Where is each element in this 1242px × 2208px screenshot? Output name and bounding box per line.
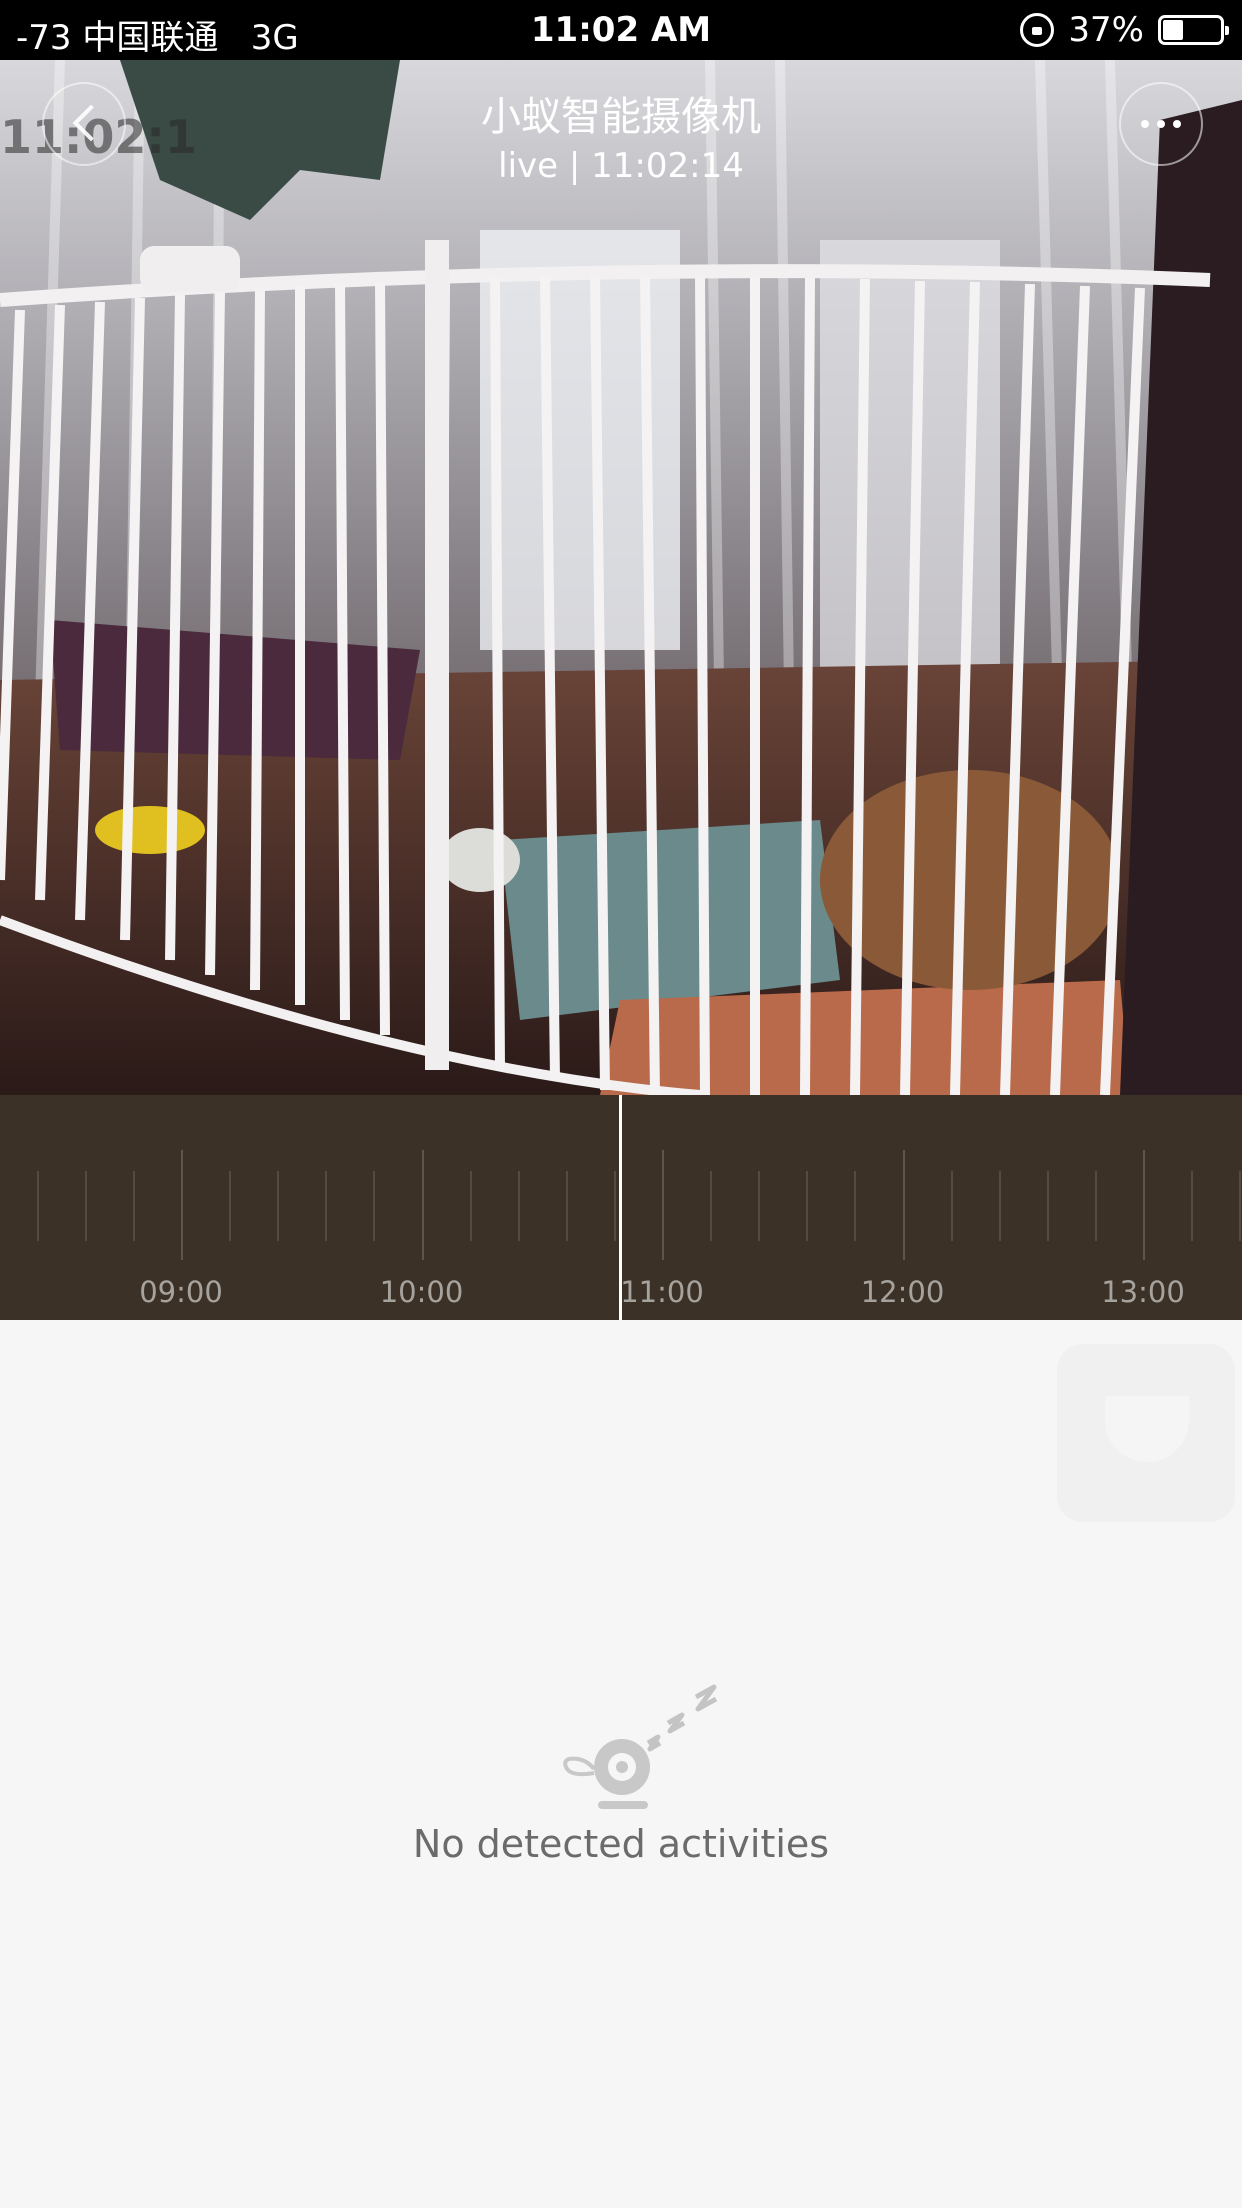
timeline-minor-tick bbox=[613, 1171, 616, 1241]
timeline-hour-tick bbox=[662, 1150, 664, 1260]
timeline-minor-tick bbox=[36, 1171, 39, 1241]
timeline-hour-tick bbox=[421, 1150, 424, 1260]
timeline-minor-tick bbox=[806, 1171, 809, 1241]
snapshot-toggle-button[interactable] bbox=[1057, 1344, 1235, 1522]
timeline-minor-tick bbox=[229, 1171, 232, 1241]
more-dots-icon bbox=[1141, 120, 1149, 128]
timeline-minor-tick bbox=[1191, 1171, 1194, 1241]
live-video[interactable]: 11:02:1 小蚁智能摄像机 live | 11:02:14 bbox=[0, 60, 1242, 1095]
camera-title: 小蚁智能摄像机 bbox=[481, 94, 761, 140]
timeline-hour-tick bbox=[1143, 1150, 1145, 1260]
sleeping-camera-icon bbox=[563, 1684, 718, 1809]
timeline-minor-tick bbox=[854, 1171, 857, 1241]
timeline-minor-tick bbox=[710, 1171, 713, 1241]
timeline-minor-tick bbox=[758, 1171, 761, 1241]
timeline-scrubber[interactable]: 09:00 10:00 11:00 12:00 13:00 bbox=[0, 1095, 1242, 1320]
timeline-minor-tick bbox=[565, 1171, 568, 1241]
timeline-hour-label: 10:00 bbox=[379, 1275, 464, 1309]
status-bar: -73 中国联通 3G 11:02 AM 37% bbox=[0, 0, 1242, 60]
battery-percent: 37% bbox=[1068, 10, 1144, 50]
timeline-minor-tick bbox=[132, 1171, 135, 1241]
battery-icon bbox=[1158, 15, 1229, 45]
timeline-minor-tick bbox=[469, 1171, 472, 1241]
timeline-minor-tick bbox=[373, 1171, 376, 1241]
more-button[interactable] bbox=[1119, 82, 1203, 166]
orientation-lock-icon bbox=[1020, 13, 1055, 47]
timeline-hour-label: 09:00 bbox=[139, 1275, 223, 1309]
timeline-hour-label: 13:00 bbox=[1101, 1275, 1185, 1309]
timeline-minor-tick bbox=[1094, 1171, 1097, 1241]
timeline-minor-tick bbox=[517, 1171, 520, 1241]
camera-feed-image bbox=[0, 60, 1242, 1095]
timeline-minor-tick bbox=[998, 1171, 1001, 1241]
timeline-minor-tick bbox=[325, 1171, 328, 1241]
timeline-minor-tick bbox=[950, 1171, 953, 1241]
timeline-hour-tick bbox=[181, 1150, 183, 1260]
live-status: live | 11:02:14 bbox=[498, 146, 744, 186]
timeline-hour-label: 12:00 bbox=[860, 1275, 945, 1309]
timeline-minor-tick bbox=[277, 1171, 280, 1241]
timeline-minor-tick bbox=[1239, 1171, 1242, 1241]
timeline-minor-tick bbox=[1046, 1171, 1049, 1241]
empty-state-message: No detected activities bbox=[412, 1822, 830, 1866]
timeline-minor-tick bbox=[84, 1171, 87, 1241]
status-right: 37% bbox=[1020, 10, 1229, 50]
timeline-hour-label: 11:00 bbox=[620, 1275, 704, 1309]
timeline-hour-tick bbox=[902, 1150, 905, 1260]
